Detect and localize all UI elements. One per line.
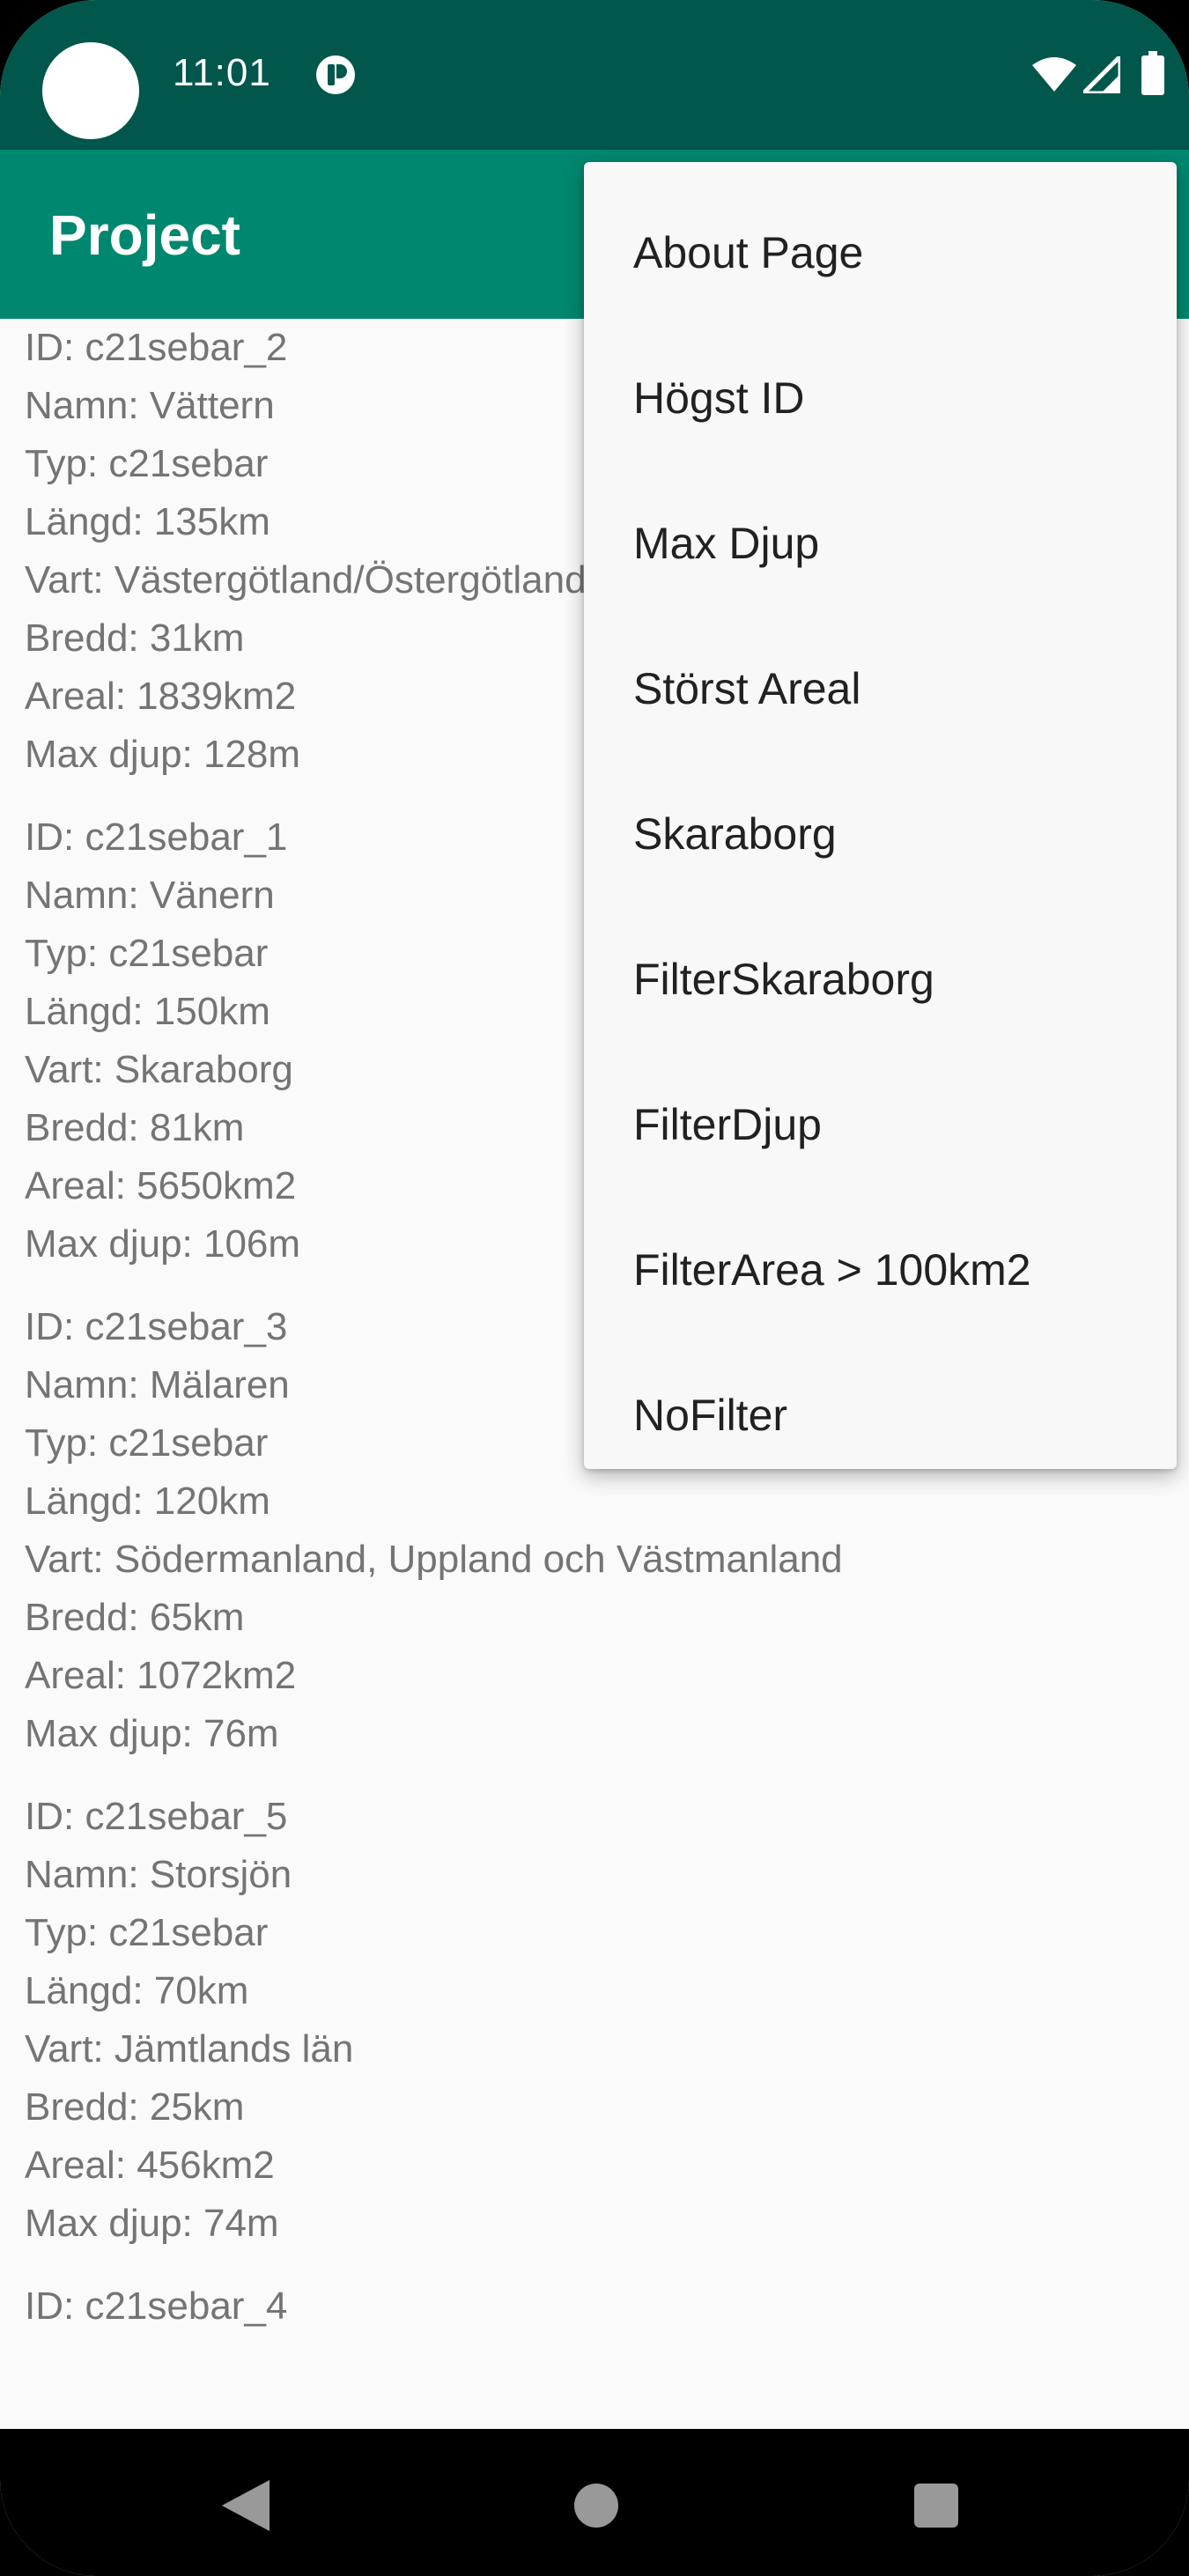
overflow-menu: About Page Högst ID Max Djup Störst Area… <box>584 162 1177 1469</box>
lake-width: Bredd: 25km <box>25 2085 245 2129</box>
lake-id: ID: c21sebar_4 <box>25 2284 288 2328</box>
notification-icon <box>316 55 355 94</box>
lake-location: Vart: Jämtlands län <box>25 2027 354 2070</box>
menu-item-skaraborg[interactable]: Skaraborg <box>584 761 1177 906</box>
menu-item-filter-area[interactable]: FilterArea > 100km2 <box>584 1197 1177 1342</box>
status-time: 11:01 <box>173 51 271 94</box>
menu-item-hogst-id[interactable]: Högst ID <box>584 325 1177 470</box>
phone-screen: 11:01 Project ID: c21sebar_2 Namn: Vätte… <box>0 0 1189 2576</box>
lake-record: ID: c21sebar_4 <box>0 2277 1189 2358</box>
lake-max-depth: Max djup: 76m <box>25 1712 279 1755</box>
lake-length: Längd: 70km <box>25 1969 249 2012</box>
menu-item-storst-areal[interactable]: Störst Areal <box>584 616 1177 761</box>
lake-max-depth: Max djup: 74m <box>25 2202 279 2245</box>
menu-item-filter-djup[interactable]: FilterDjup <box>584 1052 1177 1197</box>
back-icon[interactable] <box>222 2480 270 2531</box>
lake-record: ID: c21sebar_5 Namn: Storsjön Typ: c21se… <box>0 1788 1189 2277</box>
navigation-bar <box>0 2429 1189 2576</box>
wifi-icon <box>1032 57 1076 92</box>
app-title: Project <box>49 203 240 267</box>
signal-icon <box>1083 56 1120 93</box>
status-bar: 11:01 <box>0 0 1189 150</box>
camera-cutout <box>42 42 139 139</box>
lake-location: Vart: Södermanland, Uppland och Västmanl… <box>25 1538 843 1581</box>
lake-area: Areal: 456km2 <box>25 2144 275 2187</box>
home-icon[interactable] <box>574 2484 618 2528</box>
battery-icon <box>1141 51 1164 95</box>
lake-area: Areal: 1072km2 <box>25 1654 297 1697</box>
lake-width: Bredd: 65km <box>25 1596 245 1639</box>
lake-id: ID: c21sebar_5 <box>25 1795 288 1838</box>
menu-item-no-filter[interactable]: NoFilter <box>584 1342 1177 1487</box>
menu-item-max-djup[interactable]: Max Djup <box>584 470 1177 616</box>
lake-type: Typ: c21sebar <box>25 1911 269 1954</box>
lake-name: Namn: Storsjön <box>25 1853 292 1896</box>
menu-item-about-page[interactable]: About Page <box>584 180 1177 325</box>
recents-icon[interactable] <box>914 2484 958 2528</box>
menu-item-filter-skaraborg[interactable]: FilterSkaraborg <box>584 906 1177 1052</box>
